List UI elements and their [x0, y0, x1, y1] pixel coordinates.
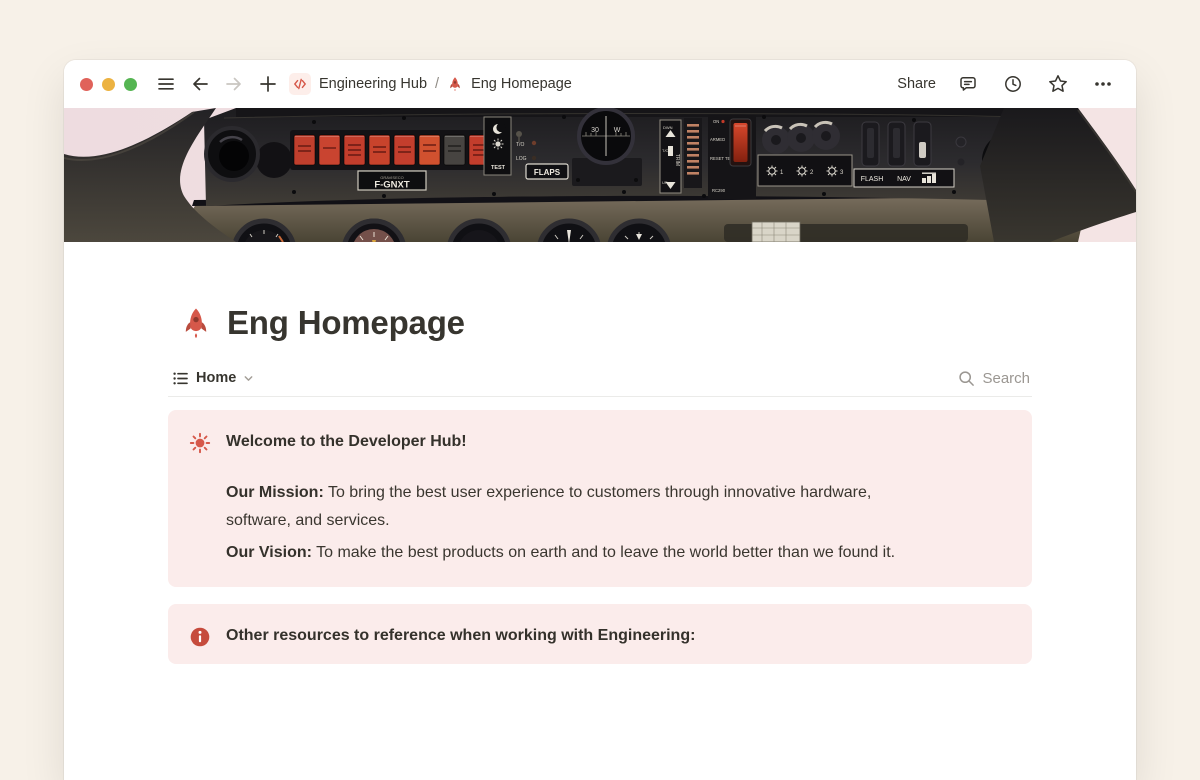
- breadcrumb-separator: /: [435, 76, 439, 92]
- rocket-icon: [447, 76, 463, 92]
- page-icon-rocket[interactable]: [178, 305, 214, 341]
- page-title[interactable]: Eng Homepage: [227, 302, 465, 344]
- cover-compass-west: W: [614, 127, 621, 134]
- cover-dwn-label: DWN: [663, 125, 673, 130]
- welcome-callout: Welcome to the Developer Hub! Our Missio…: [168, 410, 1032, 587]
- mission-text-line2: software, and services.: [226, 512, 390, 529]
- cover-test-label: TEST: [491, 165, 506, 171]
- cover-registration-label: F-GNXT: [374, 180, 410, 191]
- cockpit-cover-graphic: GRAVISECO F-GNXT TEST T/O LOG FLAPS: [64, 108, 1136, 242]
- toolbar-actions: Share: [897, 70, 1116, 98]
- cover-trim-label: TRIM: [674, 154, 680, 166]
- view-tab-label: Home: [196, 370, 236, 386]
- mission-text-line1: To bring the best user experience to cus…: [324, 484, 872, 501]
- workspace-code-icon: [289, 73, 311, 95]
- arrow-left-icon: [190, 74, 210, 94]
- cover-image[interactable]: GRAVISECO F-GNXT TEST T/O LOG FLAPS: [64, 108, 1136, 242]
- cover-to-label: T/O: [662, 148, 669, 153]
- comments-button[interactable]: [955, 70, 981, 98]
- cover-log-label: LOG: [516, 156, 527, 162]
- sun-icon: [189, 432, 211, 454]
- cover-armed-label: ARMED: [710, 137, 725, 142]
- svg-text:T/O: T/O: [516, 142, 524, 148]
- hamburger-icon: [156, 74, 176, 94]
- back-button[interactable]: [187, 70, 213, 98]
- forward-button[interactable]: [221, 70, 247, 98]
- welcome-heading[interactable]: Welcome to the Developer Hub!: [226, 430, 895, 454]
- notion-window: Engineering Hub / Eng Homepage Share: [64, 60, 1136, 780]
- svg-text:ON: ON: [713, 119, 719, 124]
- list-view-icon: [172, 370, 189, 387]
- zoom-window-button[interactable]: [124, 78, 137, 91]
- comment-icon: [958, 74, 978, 94]
- sidebar-toggle-button[interactable]: [153, 70, 179, 98]
- updates-button[interactable]: [1000, 70, 1026, 98]
- cover-nav-label: NAV: [897, 176, 911, 183]
- window-toolbar: Engineering Hub / Eng Homepage Share: [64, 60, 1136, 108]
- vision-paragraph[interactable]: Our Vision: To make the best products on…: [226, 539, 895, 567]
- plus-icon: [258, 74, 278, 94]
- favorite-button[interactable]: [1045, 70, 1071, 98]
- cover-compass-heading: 30: [591, 127, 599, 134]
- clock-icon: [1003, 74, 1023, 94]
- arrow-right-icon: [224, 74, 244, 94]
- resources-callout-body: Other resources to reference when workin…: [226, 624, 695, 648]
- vision-label: Our Vision:: [226, 544, 312, 561]
- mission-paragraph[interactable]: Our Mission: To bring the best user expe…: [226, 479, 895, 535]
- view-tab-home[interactable]: Home: [168, 370, 258, 387]
- cover-flash-label: FLASH: [861, 176, 884, 183]
- resources-callout: Other resources to reference when workin…: [168, 604, 1032, 664]
- traffic-lights: [80, 78, 137, 91]
- breadcrumb: Engineering Hub / Eng Homepage: [289, 73, 572, 95]
- chevron-down-icon: [243, 373, 254, 384]
- mission-label: Our Mission:: [226, 484, 324, 501]
- close-window-button[interactable]: [80, 78, 93, 91]
- view-tabs-row: Home Search: [168, 360, 1032, 397]
- vision-text: To make the best products on earth and t…: [312, 544, 895, 561]
- search-label: Search: [982, 370, 1030, 387]
- rocket-icon: [179, 306, 213, 340]
- new-page-button[interactable]: [255, 70, 281, 98]
- breadcrumb-page[interactable]: Eng Homepage: [471, 76, 572, 92]
- ellipsis-icon: [1093, 74, 1113, 94]
- cover-flaps-label: FLAPS: [534, 168, 561, 177]
- share-button[interactable]: Share: [897, 76, 936, 92]
- title-row: Eng Homepage: [168, 298, 1032, 348]
- search-icon: [958, 370, 975, 387]
- star-icon: [1047, 73, 1069, 95]
- search-button[interactable]: Search: [956, 370, 1032, 387]
- welcome-callout-body: Welcome to the Developer Hub! Our Missio…: [226, 430, 895, 571]
- page-content: Eng Homepage Home Search Welcome to the …: [64, 298, 1136, 664]
- resources-heading[interactable]: Other resources to reference when workin…: [226, 624, 695, 648]
- minimize-window-button[interactable]: [102, 78, 115, 91]
- alert-icon: [189, 626, 211, 648]
- more-options-button[interactable]: [1090, 70, 1116, 98]
- cover-rc-label: RC290: [712, 188, 726, 193]
- breadcrumb-workspace[interactable]: Engineering Hub: [319, 76, 427, 92]
